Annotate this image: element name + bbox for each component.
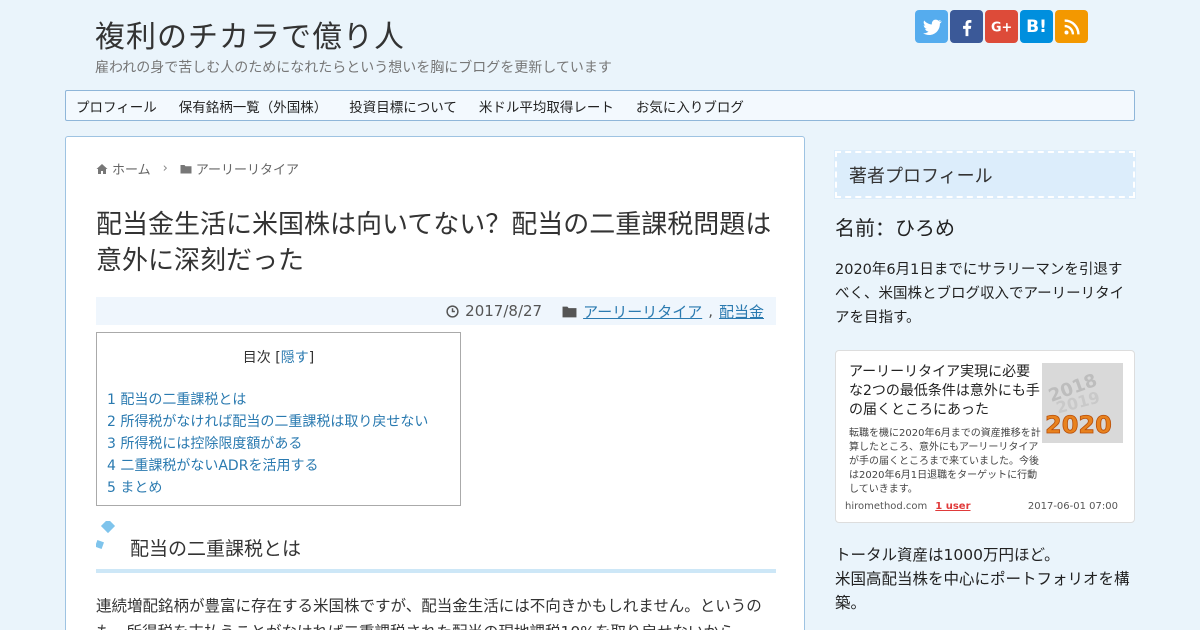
- category-link-dividend[interactable]: 配当金: [719, 301, 764, 322]
- article-paragraph: 連続増配銘柄が豊富に存在する米国株ですが、配当金生活には不向きかもしれません。と…: [96, 597, 762, 630]
- author-name: 名前：ひろめ: [835, 216, 955, 240]
- sidebar-heading: 著者プロフィール: [834, 150, 1136, 199]
- toc-item[interactable]: 1 配当の二重課税とは: [107, 389, 428, 411]
- breadcrumb: ホーム › アーリーリタイア: [96, 159, 299, 178]
- facebook-icon: [962, 19, 971, 36]
- toc-item[interactable]: 2 所得税がなければ配当の二重課税は取り戻せない: [107, 411, 428, 433]
- blog-card-date: 2017-06-01 07:00: [1027, 501, 1118, 512]
- rss-icon: [1063, 18, 1080, 35]
- toc-item[interactable]: 4 二重課税がないADRを活用する: [107, 455, 428, 477]
- toc-hide-close: ]: [308, 350, 315, 366]
- twitter-button[interactable]: [915, 10, 948, 43]
- main-content: ホーム › アーリーリタイア 配当金生活に米国株は向いてない？配当の二重課税問題…: [65, 136, 805, 630]
- assets-line: トータル資産は1000万円ほど。: [835, 546, 1060, 564]
- bookmark-user-count[interactable]: 1 user: [935, 501, 970, 512]
- clock-icon: [446, 304, 459, 318]
- toc-list: 1 配当の二重課税とは 2 所得税がなければ配当の二重課税は取り戻せない 3 所…: [107, 389, 428, 499]
- hatena-icon: B!: [1026, 16, 1047, 37]
- site-tagline: 雇われの身で苦しむ人のためになれたらという想いを胸にブログを更新しています: [95, 60, 612, 76]
- social-share-bar: G+ B!: [915, 10, 1089, 43]
- blog-card-domain[interactable]: hiromethod.com: [845, 501, 927, 512]
- twitter-icon: [922, 19, 942, 35]
- section-heading-text: 配当の二重課税とは: [130, 538, 302, 560]
- post-date: 2017/8/27: [465, 302, 543, 320]
- svg-text:G+: G+: [991, 20, 1012, 35]
- author-assets: トータル資産は1000万円ほど。 米国高配当株を中心にポートフォリオを構築。: [835, 543, 1135, 615]
- thumbnail-2020-image: 2018 2019 2020: [1042, 363, 1123, 443]
- googleplus-icon: G+: [991, 20, 1012, 35]
- nav-item-usd-rate[interactable]: 米ドル平均取得レート: [479, 96, 614, 116]
- facebook-button[interactable]: [950, 10, 983, 43]
- svg-text:2020: 2020: [1045, 411, 1112, 439]
- toc-hide-toggle[interactable]: 隠す: [281, 350, 309, 366]
- author-description: 2020年6月1日までにサラリーマンを引退すべく、米国株とブログ収入でアーリーリ…: [835, 262, 1125, 326]
- rss-button[interactable]: [1055, 10, 1088, 43]
- section-heading: 配当の二重課税とは: [96, 521, 776, 573]
- post-meta: 2017/8/27 アーリーリタイア, 配当金: [96, 297, 776, 325]
- blog-card-description: 転職を機に2020年6月までの資産推移を計算したところ、意外にもアーリーリタイア…: [849, 428, 1041, 495]
- blog-card-thumbnail[interactable]: 2018 2019 2020: [1042, 363, 1123, 443]
- toc-title-text: 目次: [242, 350, 271, 366]
- toc-item[interactable]: 5 まとめ: [107, 477, 428, 499]
- global-nav: プロフィール 保有銘柄一覧（外国株） 投資目標について 米ドル平均取得レート お…: [65, 90, 1135, 121]
- nav-item-goals[interactable]: 投資目標について: [349, 96, 457, 116]
- breadcrumb-category[interactable]: アーリーリタイア: [196, 159, 299, 178]
- nav-item-holdings[interactable]: 保有銘柄一覧（外国株）: [179, 96, 328, 116]
- home-icon: [96, 163, 108, 174]
- hatena-bookmark-button[interactable]: B!: [1020, 10, 1053, 43]
- toc-item[interactable]: 3 所得税には控除限度額がある: [107, 433, 428, 455]
- folder-icon: [562, 306, 577, 317]
- toc-title: 目次 [隠す]: [97, 347, 460, 367]
- assets-line: 米国高配当株を中心にポートフォリオを構築。: [835, 570, 1130, 612]
- breadcrumb-home[interactable]: ホーム: [112, 159, 151, 178]
- chevron-right-icon: ›: [162, 161, 168, 176]
- category-link-early-retire[interactable]: アーリーリタイア: [583, 301, 702, 322]
- post-title: 配当金生活に米国株は向いてない？配当の二重課税問題は意外に深刻だった: [96, 210, 772, 276]
- folder-icon: [180, 164, 192, 173]
- nav-item-favorite-blogs[interactable]: お気に入りブログ: [636, 96, 744, 116]
- blog-card-title[interactable]: アーリーリタイア実現に必要な2つの最低条件は意外にも手の届くところにあった: [849, 363, 1044, 420]
- nav-item-profile[interactable]: プロフィール: [76, 96, 157, 116]
- blog-card-footer: hiromethod.com 1 user 2017-06-01 07:00: [845, 501, 1118, 512]
- table-of-contents: 目次 [隠す] 1 配当の二重課税とは 2 所得税がなければ配当の二重課税は取り…: [96, 332, 461, 506]
- site-title[interactable]: 複利のチカラで億り人: [95, 12, 405, 56]
- googleplus-button[interactable]: G+: [985, 10, 1018, 43]
- blog-card[interactable]: アーリーリタイア実現に必要な2つの最低条件は意外にも手の届くところにあった 転職…: [835, 350, 1135, 523]
- category-separator: ,: [708, 302, 713, 320]
